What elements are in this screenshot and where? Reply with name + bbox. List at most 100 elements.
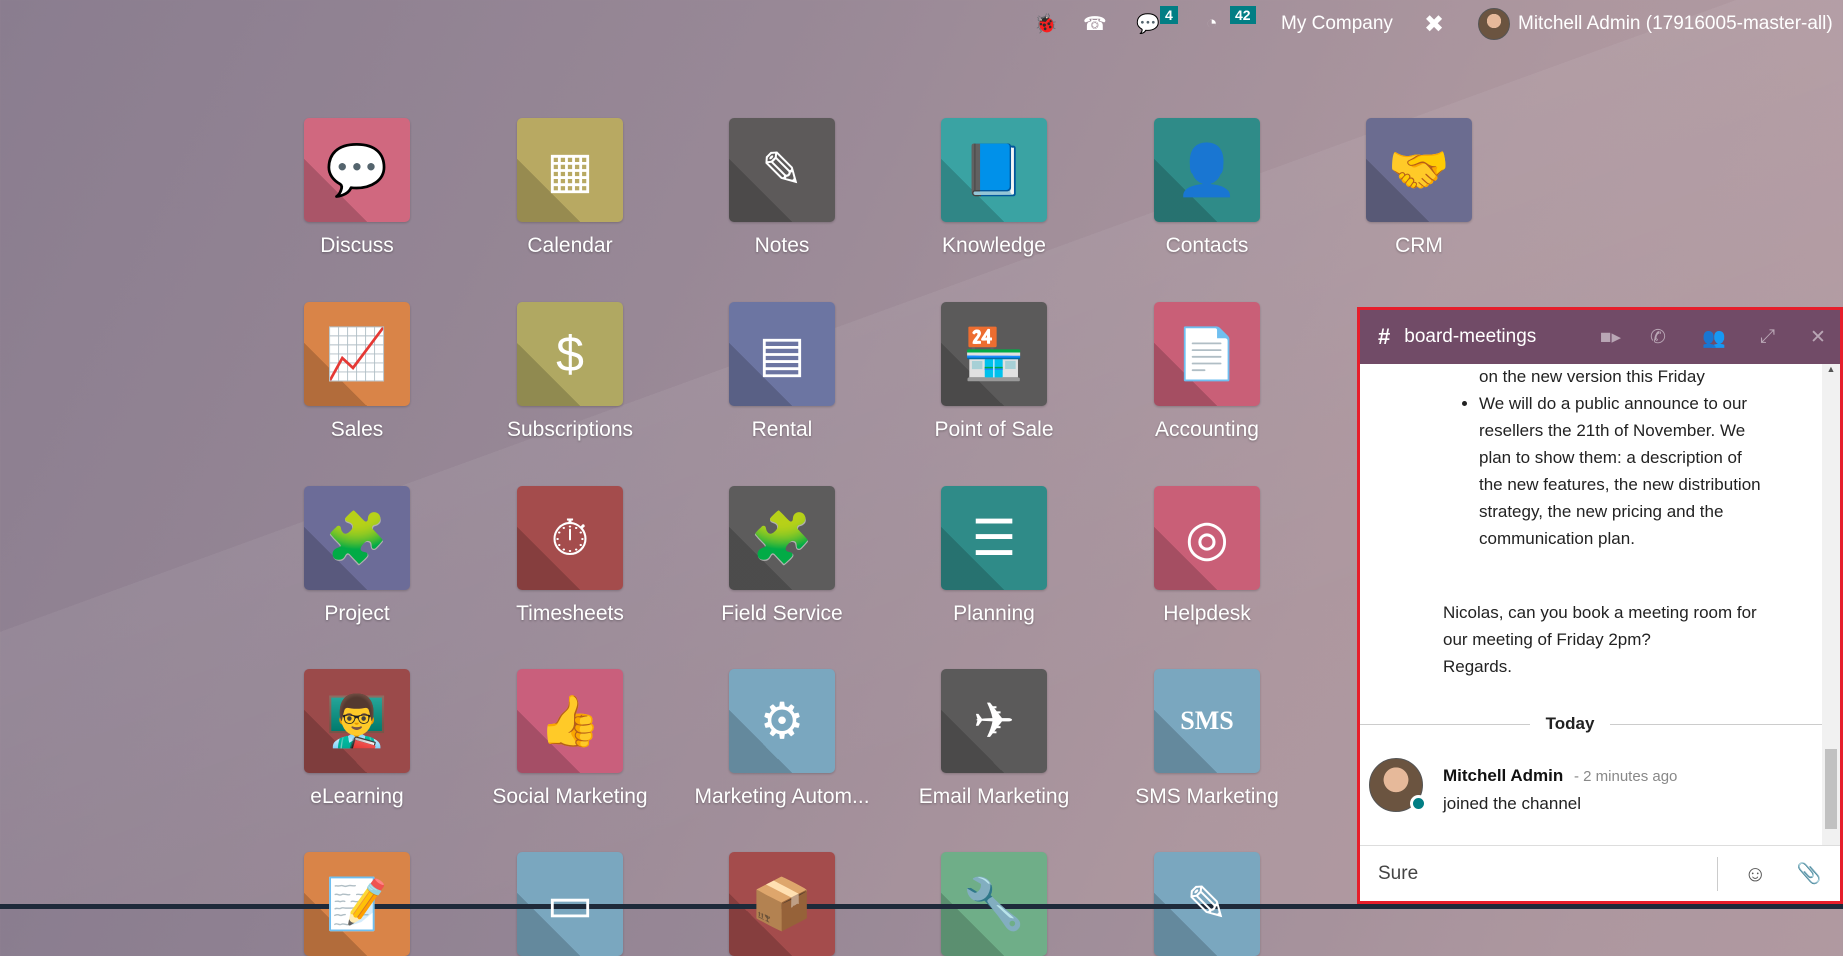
message-list: on the new version this Friday We will d…: [1360, 364, 1822, 846]
app-label: Point of Sale: [934, 418, 1054, 441]
app-label: Accounting: [1155, 418, 1259, 441]
message-author[interactable]: Mitchell Admin: [1443, 766, 1563, 785]
app-icon: 🧩: [729, 486, 835, 590]
chat-header[interactable]: # board-meetings ■▸ ✆ 👥 ⤢ ✕: [1360, 310, 1840, 364]
app-icon: 📄: [1154, 302, 1260, 406]
message: Mitchell Admin - 2 minutes ago joined th…: [1443, 762, 1677, 817]
scrollbar-thumb[interactable]: [1825, 749, 1837, 829]
emoji-icon[interactable]: ☺: [1744, 861, 1766, 887]
message-avatar[interactable]: [1369, 758, 1427, 812]
online-status-icon: [1410, 795, 1427, 812]
tools-icon[interactable]: ✖: [1424, 10, 1444, 38]
app-label: Helpdesk: [1163, 602, 1251, 625]
scroll-up-icon[interactable]: ▲: [1822, 364, 1840, 374]
date-separator: Today: [1360, 710, 1822, 737]
scrollbar[interactable]: ▲: [1822, 364, 1840, 846]
app-label: eLearning: [310, 785, 404, 808]
chat-window: # board-meetings ■▸ ✆ 👥 ⤢ ✕ on the new v…: [1357, 307, 1843, 904]
separator-label: Today: [1530, 710, 1610, 737]
app-icon: 🤝: [1366, 118, 1472, 222]
app-icon: ✎: [729, 118, 835, 222]
expand-icon[interactable]: ⤢: [1760, 326, 1775, 348]
app-label: Sales: [330, 418, 384, 441]
app-sms-marketing[interactable]: SMS SMS Marketing: [1135, 669, 1279, 808]
app-label: Discuss: [320, 234, 394, 257]
user-name: Mitchell Admin (17916005-master-all): [1518, 13, 1833, 34]
taskbar-edge: [0, 904, 1843, 909]
top-bar: 🐞 ☎ 💬 4 ◔ 42 My Company ✖ Mitchell Admin (…: [0, 0, 1843, 47]
avatar: [1478, 8, 1510, 40]
app-label: Calendar: [527, 234, 613, 257]
app-icon: 👨‍🏫: [304, 669, 410, 773]
app-icon: 👍: [517, 669, 623, 773]
messages-button[interactable]: 💬 4: [1136, 6, 1178, 38]
chat-icon: 💬: [1136, 14, 1160, 35]
app-label: Rental: [751, 418, 813, 441]
attachment-icon[interactable]: 📎: [1796, 861, 1821, 886]
app-icon: 🏪: [941, 302, 1047, 406]
app-icon: 📘: [941, 118, 1047, 222]
app-planning[interactable]: ☰ Planning: [941, 486, 1047, 625]
app-icon: 👤: [1154, 118, 1260, 222]
app-accounting[interactable]: 📄 Accounting: [1154, 302, 1260, 441]
app-subscriptions[interactable]: $ Subscriptions: [507, 302, 633, 441]
message-paragraph: Nicolas, can you book a meeting room for…: [1443, 599, 1757, 680]
app-label: Notes: [754, 234, 810, 257]
channel-hash-icon: #: [1378, 324, 1391, 349]
paragraph-line: our meeting of Friday 2pm?: [1443, 630, 1651, 649]
list-item: We will do a public announce to our rese…: [1479, 390, 1769, 552]
app-social-marketing[interactable]: 👍 Social Marketing: [492, 669, 648, 808]
app-notes[interactable]: ✎ Notes: [729, 118, 835, 257]
app-icon: ✈: [941, 669, 1047, 773]
app-rental[interactable]: ▤ Rental: [729, 302, 835, 441]
app-icon: $: [517, 302, 623, 406]
app-label: Social Marketing: [492, 785, 648, 808]
app-field-service[interactable]: 🧩 Field Service: [721, 486, 843, 625]
app-icon: 🧩: [304, 486, 410, 590]
app-sales[interactable]: 📈 Sales: [304, 302, 410, 441]
user-menu[interactable]: Mitchell Admin (17916005-master-all): [1478, 8, 1833, 40]
close-icon[interactable]: ✕: [1810, 326, 1826, 349]
app-discuss[interactable]: 💬 Discuss: [304, 118, 410, 257]
app-icon: ⚙: [729, 669, 835, 773]
app-label: CRM: [1395, 234, 1443, 257]
members-icon[interactable]: 👥: [1702, 326, 1726, 350]
phone-icon[interactable]: ☎: [1083, 10, 1107, 38]
app-email-marketing[interactable]: ✈ Email Marketing: [919, 669, 1069, 808]
list-item-tail: on the new version this Friday: [1479, 367, 1705, 386]
message-time: - 2 minutes ago: [1574, 768, 1678, 785]
app-calendar[interactable]: ▦ Calendar: [517, 118, 623, 257]
app-icon: ▤: [729, 302, 835, 406]
app-label: Field Service: [721, 602, 843, 625]
paragraph-line: Regards.: [1443, 657, 1512, 676]
app-label: Project: [324, 602, 390, 625]
app-icon: 📈: [304, 302, 410, 406]
app-project[interactable]: 🧩 Project: [304, 486, 410, 625]
app-crm[interactable]: 🤝 CRM: [1366, 118, 1472, 257]
app-icon: ☰: [941, 486, 1047, 590]
activities-button[interactable]: ◔ 42: [1206, 6, 1256, 38]
app-helpdesk[interactable]: ◎ Helpdesk: [1154, 486, 1260, 625]
messages-badge: 4: [1160, 6, 1178, 24]
app-icon: ◎: [1154, 486, 1260, 590]
phone-icon[interactable]: ✆: [1650, 326, 1666, 349]
app-elearning[interactable]: 👨‍🏫 eLearning: [304, 669, 410, 808]
app-timesheets[interactable]: ⏱ Timesheets: [516, 486, 624, 625]
app-knowledge[interactable]: 📘 Knowledge: [941, 118, 1047, 257]
video-icon[interactable]: ■▸: [1600, 326, 1621, 349]
message-input[interactable]: [1378, 856, 1718, 891]
bug-icon[interactable]: 🐞: [1034, 10, 1058, 38]
app-label: Planning: [953, 602, 1035, 625]
app-label: SMS Marketing: [1135, 785, 1279, 808]
app-icon: ▦: [517, 118, 623, 222]
app-contacts[interactable]: 👤 Contacts: [1154, 118, 1260, 257]
message-text: joined the channel: [1443, 794, 1582, 813]
company-switcher[interactable]: My Company: [1281, 10, 1393, 38]
channel-name: board-meetings: [1404, 326, 1537, 347]
app-icon: 💬: [304, 118, 410, 222]
app-marketing-autom-[interactable]: ⚙ Marketing Autom...: [694, 669, 870, 808]
composer: ☺ 📎: [1360, 845, 1840, 901]
app-label: Email Marketing: [918, 785, 1070, 808]
app-point-of-sale[interactable]: 🏪 Point of Sale: [934, 302, 1054, 441]
app-label: Subscriptions: [506, 418, 634, 441]
